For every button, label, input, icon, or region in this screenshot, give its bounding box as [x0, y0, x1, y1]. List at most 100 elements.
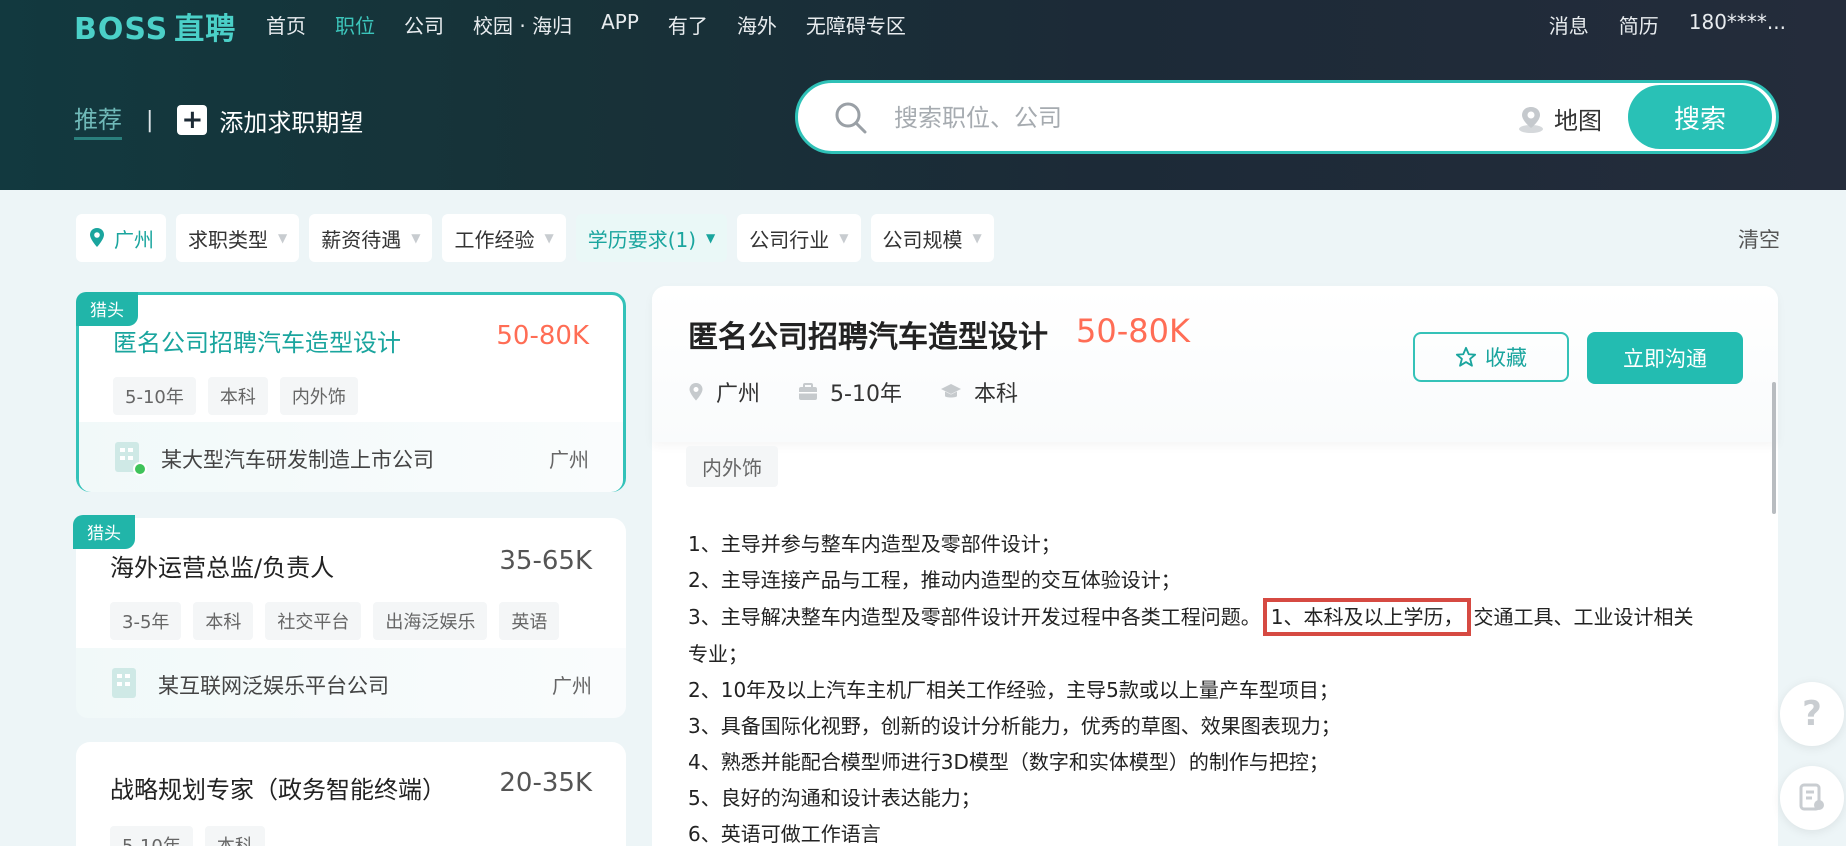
- filter-label: 求职类型: [188, 227, 268, 252]
- meta-education-text: 本科: [973, 382, 1018, 407]
- nav-messages[interactable]: 消息: [1549, 10, 1589, 39]
- chat-now-button[interactable]: 立即沟通: [1587, 332, 1743, 384]
- city-filter[interactable]: 广州: [76, 214, 166, 262]
- tag-experience: 5-10年: [113, 377, 196, 415]
- brand-logo[interactable]: BOSS 直聘: [74, 4, 236, 48]
- nav-youle[interactable]: 有了: [668, 10, 708, 39]
- expectation-tabs: 推荐 | + 添加求职期望: [74, 100, 363, 140]
- job-salary: 20-35K: [499, 768, 592, 798]
- filter-label: 公司规模: [882, 227, 963, 252]
- nav-home[interactable]: 首页: [266, 10, 306, 39]
- detail-salary: 50-80K: [1076, 312, 1190, 350]
- filter-education[interactable]: 学历要求(1) ▼: [575, 214, 728, 262]
- tag-education: 本科: [204, 826, 265, 846]
- map-pin-icon: [1519, 106, 1543, 133]
- headhunter-badge: 猎头: [76, 292, 138, 326]
- company-city: 广州: [552, 674, 592, 698]
- nav-accessibility[interactable]: 无障碍专区: [806, 10, 906, 39]
- job-tags: 3-5年 本科 社交平台 出海泛娱乐 英语: [110, 602, 560, 640]
- detail-tag: 内外饰: [686, 446, 778, 487]
- company-name[interactable]: 某大型汽车研发制造上市公司: [161, 444, 434, 474]
- graduation-cap-icon: [940, 384, 961, 398]
- nav-jobs[interactable]: 职位: [335, 10, 375, 39]
- help-button[interactable]: ?: [1780, 682, 1844, 746]
- filter-industry[interactable]: 公司行业 ▼: [737, 214, 861, 262]
- company-row[interactable]: 某互联网泛娱乐平台公司 广州: [76, 648, 626, 718]
- add-expectation-link[interactable]: 添加求职期望: [219, 103, 363, 138]
- company-logo-icon: [115, 442, 147, 476]
- map-button[interactable]: 地图: [1516, 101, 1602, 136]
- company-row[interactable]: 某大型汽车研发制造上市公司 广州: [79, 422, 623, 492]
- caret-down-icon: ▼: [972, 231, 982, 245]
- help-icon: ?: [1802, 694, 1822, 734]
- location-icon: [90, 228, 104, 247]
- detail-scrollbar[interactable]: [1772, 382, 1776, 514]
- job-card[interactable]: 猎头 匿名公司招聘汽车造型设计 50-80K 5-10年 本科 内外饰 某大型汽…: [76, 292, 626, 492]
- job-title[interactable]: 战略规划专家（政务智能终端）: [110, 770, 446, 805]
- job-salary: 35-65K: [499, 546, 592, 576]
- caret-down-icon: ▼: [411, 231, 421, 245]
- logo-en: BOSS: [74, 12, 169, 47]
- caret-down-icon: ▼: [278, 231, 288, 245]
- nav-resume[interactable]: 简历: [1619, 10, 1659, 39]
- filter-company-size[interactable]: 公司规模 ▼: [870, 214, 994, 262]
- meta-city-text: 广州: [716, 382, 761, 407]
- job-card[interactable]: 猎头 海外运营总监/负责人 35-65K 3-5年 本科 社交平台 出海泛娱乐 …: [73, 515, 626, 718]
- search-bar: 地图 搜索: [795, 80, 1779, 154]
- job-salary: 50-80K: [496, 321, 589, 351]
- favorite-label: 收藏: [1485, 346, 1527, 370]
- job-card[interactable]: 战略规划专家（政务智能终端） 20-35K 5-10年 本科: [76, 742, 626, 846]
- nav-campus[interactable]: 校园 · 海归: [473, 10, 572, 39]
- detail-header: 匿名公司招聘汽车造型设计 50-80K 广州 5-10年 本科 收藏 立即沟通: [652, 286, 1778, 442]
- tag-experience: 3-5年: [110, 602, 182, 640]
- filter-salary[interactable]: 薪资待遇 ▼: [309, 214, 433, 262]
- job-title[interactable]: 海外运营总监/负责人: [110, 548, 334, 583]
- map-label: 地图: [1554, 107, 1602, 135]
- desc-text: 专业；: [688, 642, 748, 666]
- detail-title: 匿名公司招聘汽车造型设计: [688, 320, 1048, 355]
- nav-overseas[interactable]: 海外: [737, 10, 777, 39]
- location-icon: [689, 383, 703, 401]
- meta-experience-text: 5-10年: [830, 382, 902, 407]
- star-icon: [1455, 346, 1477, 367]
- feedback-button[interactable]: [1780, 766, 1844, 830]
- job-detail-panel: 匿名公司招聘汽车造型设计 50-80K 广州 5-10年 本科 收藏 立即沟通 …: [652, 286, 1778, 846]
- clear-filters-button[interactable]: 清空: [1738, 224, 1780, 254]
- caret-down-icon: ▼: [839, 231, 849, 245]
- desc-line: 5、良好的沟通和设计表达能力；: [688, 786, 981, 810]
- favorite-button[interactable]: 收藏: [1413, 332, 1569, 382]
- company-name[interactable]: 某互联网泛娱乐平台公司: [158, 670, 389, 700]
- job-title[interactable]: 匿名公司招聘汽车造型设计: [113, 323, 401, 358]
- filter-label: 公司行业: [749, 227, 830, 252]
- city-label: 广州: [114, 227, 154, 252]
- search-button[interactable]: 搜索: [1628, 85, 1772, 149]
- plus-icon[interactable]: +: [177, 105, 208, 135]
- caret-down-icon: ▼: [544, 231, 554, 245]
- desc-line: 4、熟悉并能配合模型师进行3D模型（数字和实体模型）的制作与把控；: [688, 750, 1329, 774]
- job-description: 1、主导并参与整车内造型及零部件设计； 2、主导连接产品与工程，推动内造型的交互…: [688, 526, 1728, 846]
- tag-education: 本科: [193, 602, 254, 640]
- tag-category: 出海泛娱乐: [373, 602, 488, 640]
- search-icon: [835, 102, 867, 134]
- tab-recommend[interactable]: 推荐: [74, 100, 122, 140]
- caret-down-icon: ▼: [706, 231, 716, 245]
- nav-companies[interactable]: 公司: [404, 10, 444, 39]
- nav-user-account[interactable]: 180****...: [1689, 10, 1786, 39]
- nav-app[interactable]: APP: [601, 10, 639, 39]
- highlighted-requirement: 1、本科及以上学历，: [1262, 598, 1472, 636]
- desc-line: 2、10年及以上汽车主机厂相关工作经验，主导5款或以上量产车型项目；: [688, 678, 1339, 702]
- desc-line: 3、主导解决整车内造型及零部件设计开发过程中各类工程问题。 1、本科及以上学历，交…: [688, 598, 1728, 672]
- tag-experience: 5-10年: [110, 826, 193, 846]
- filter-bar: 广州 求职类型 ▼ 薪资待遇 ▼ 工作经验 ▼ 学历要求(1) ▼ 公司行业 ▼ 公司规模…: [76, 214, 994, 262]
- document-icon: [1799, 783, 1824, 811]
- filter-label: 学历要求(1): [587, 227, 697, 252]
- meta-city: 广州: [688, 376, 760, 408]
- desc-line: 1、主导并参与整车内造型及零部件设计；: [688, 532, 1061, 556]
- filter-job-type[interactable]: 求职类型 ▼: [176, 214, 300, 262]
- top-header: BOSS 直聘 首页 职位 公司 校园 · 海归 APP 有了 海外 无障碍专区 …: [0, 0, 1846, 190]
- tag-category: 内外饰: [279, 377, 358, 415]
- filter-experience[interactable]: 工作经验 ▼: [442, 214, 566, 262]
- briefcase-icon: [799, 383, 818, 400]
- search-input[interactable]: [894, 101, 1454, 135]
- desc-line: 6、英语可做工作语言: [688, 822, 881, 846]
